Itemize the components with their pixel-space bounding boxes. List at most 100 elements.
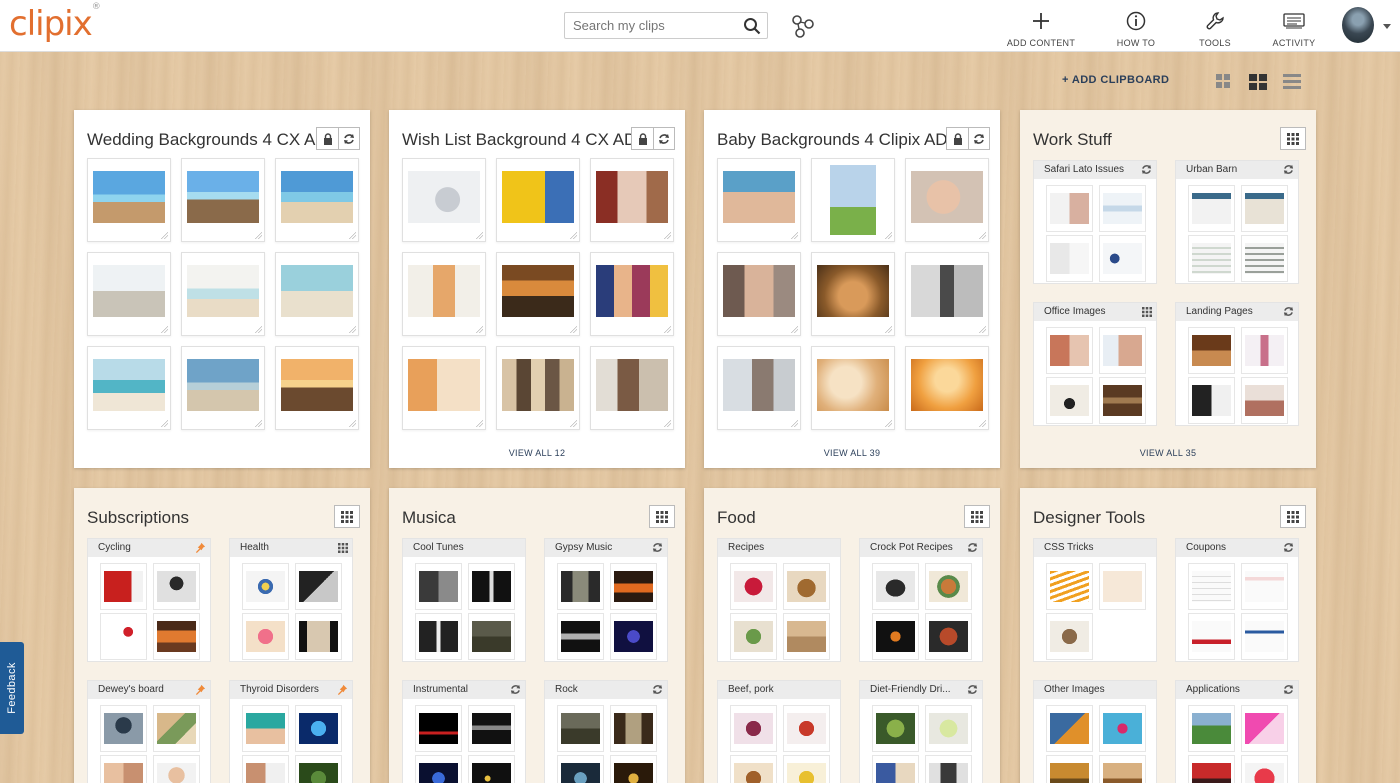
clipboard-wish-list-background[interactable]: Wish List Background 4 CX AD VIEW ALL 12	[389, 110, 685, 468]
mini-clip[interactable]	[1046, 613, 1093, 660]
view-all-link[interactable]: VIEW ALL 35	[1020, 448, 1316, 458]
refresh-icon[interactable]	[1283, 684, 1294, 699]
network-share-icon[interactable]	[791, 14, 815, 43]
refresh-icon[interactable]	[652, 542, 663, 557]
mini-clip[interactable]	[1241, 235, 1288, 282]
sub-clipboard[interactable]: Coupons	[1175, 538, 1299, 662]
refresh-icon[interactable]	[1283, 306, 1294, 321]
add-clipboard-button[interactable]: + ADD CLIPBOARD	[1062, 74, 1169, 86]
mini-clip[interactable]	[1188, 705, 1235, 752]
clip-thumbnail[interactable]	[905, 346, 989, 430]
mini-clip[interactable]	[1241, 613, 1288, 660]
clipboard-baby-backgrounds[interactable]: Baby Backgrounds 4 Clipix AD VIEW ALL 39	[704, 110, 1000, 468]
sub-clipboard[interactable]: Landing Pages	[1175, 302, 1299, 426]
clip-thumbnail[interactable]	[275, 252, 359, 336]
lock-icon[interactable]	[632, 128, 653, 149]
clip-thumbnail[interactable]	[717, 346, 801, 430]
mini-clip[interactable]	[1099, 563, 1146, 610]
refresh-icon[interactable]	[967, 684, 978, 699]
add-content-button[interactable]: ADD CONTENT	[1006, 10, 1076, 48]
mini-clip[interactable]	[1188, 563, 1235, 610]
clipix-logo[interactable]: clipix®	[9, 2, 101, 44]
sub-clipboard[interactable]: Dewey's board	[87, 680, 211, 783]
refresh-icon[interactable]	[653, 128, 674, 149]
how-to-button[interactable]: HOW TO	[1110, 10, 1162, 48]
sub-clipboard[interactable]: Rock	[544, 680, 668, 783]
mini-clip[interactable]	[242, 613, 289, 660]
clipboard-designer-tools[interactable]: Designer Tools CSS Tricks Coupons Other …	[1020, 488, 1316, 783]
sub-clipboard[interactable]: Health	[229, 538, 353, 662]
mini-clip[interactable]	[783, 755, 830, 783]
mini-clip[interactable]	[415, 705, 462, 752]
mini-clip[interactable]	[1099, 755, 1146, 783]
mini-clip[interactable]	[1099, 185, 1146, 232]
clipboard-wedding-backgrounds[interactable]: Wedding Backgrounds 4 CX AD	[74, 110, 370, 468]
small-grid-view-icon[interactable]	[1216, 74, 1230, 93]
clip-thumbnail[interactable]	[87, 346, 171, 430]
grid-view-icon[interactable]	[334, 505, 360, 528]
mini-clip[interactable]	[557, 705, 604, 752]
grid-view-icon[interactable]	[649, 505, 675, 528]
clipboard-musica[interactable]: Musica Cool Tunes Gypsy Music Instrument…	[389, 488, 685, 783]
mini-clip[interactable]	[730, 563, 777, 610]
mini-clip[interactable]	[557, 613, 604, 660]
grid-view-icon[interactable]	[1280, 127, 1306, 150]
mini-clip[interactable]	[1188, 755, 1235, 783]
clip-thumbnail[interactable]	[496, 252, 580, 336]
mini-clip[interactable]	[1099, 377, 1146, 424]
mini-clip[interactable]	[242, 563, 289, 610]
clip-thumbnail[interactable]	[181, 252, 265, 336]
mini-clip[interactable]	[1241, 563, 1288, 610]
mini-clip[interactable]	[415, 613, 462, 660]
refresh-icon[interactable]	[510, 684, 521, 699]
activity-button[interactable]: ACTIVITY	[1270, 10, 1318, 48]
clipboard-food[interactable]: Food Recipes Crock Pot Recipes Beef, por…	[704, 488, 1000, 783]
mini-clip[interactable]	[1046, 377, 1093, 424]
grid-view-icon[interactable]	[964, 505, 990, 528]
clip-thumbnail[interactable]	[181, 158, 265, 242]
clip-thumbnail[interactable]	[402, 158, 486, 242]
sub-clipboard[interactable]: Recipes	[717, 538, 841, 662]
mini-clip[interactable]	[1241, 377, 1288, 424]
clipboard-work-stuff[interactable]: Work Stuff Safari Lato Issues Urban Barn…	[1020, 110, 1316, 468]
mini-clip[interactable]	[468, 613, 515, 660]
mini-clip[interactable]	[100, 705, 147, 752]
sub-clipboard[interactable]: Applications	[1175, 680, 1299, 783]
mini-clip[interactable]	[872, 755, 919, 783]
mini-clip[interactable]	[925, 705, 972, 752]
mini-clip[interactable]	[295, 613, 342, 660]
grid-icon[interactable]	[338, 542, 348, 557]
mini-clip[interactable]	[872, 705, 919, 752]
mini-clip[interactable]	[730, 613, 777, 660]
list-view-icon[interactable]	[1283, 74, 1301, 95]
search-icon[interactable]	[743, 17, 761, 40]
mini-clip[interactable]	[1099, 235, 1146, 282]
mini-clip[interactable]	[1046, 755, 1093, 783]
sub-clipboard[interactable]: Office Images	[1033, 302, 1157, 426]
mini-clip[interactable]	[610, 613, 657, 660]
mini-clip[interactable]	[1241, 755, 1288, 783]
sub-clipboard[interactable]: CSS Tricks	[1033, 538, 1157, 662]
mini-clip[interactable]	[100, 613, 147, 660]
mini-clip[interactable]	[242, 705, 289, 752]
sub-clipboard[interactable]: Beef, pork	[717, 680, 841, 783]
mini-clip[interactable]	[1046, 327, 1093, 374]
mini-clip[interactable]	[1099, 705, 1146, 752]
grid-view-icon[interactable]	[1280, 505, 1306, 528]
refresh-icon[interactable]	[652, 684, 663, 699]
mini-clip[interactable]	[1188, 377, 1235, 424]
mini-clip[interactable]	[1188, 235, 1235, 282]
sub-clipboard[interactable]: Cool Tunes	[402, 538, 526, 662]
clip-thumbnail[interactable]	[590, 252, 674, 336]
mini-clip[interactable]	[153, 613, 200, 660]
mini-clip[interactable]	[610, 705, 657, 752]
mini-clip[interactable]	[872, 563, 919, 610]
user-avatar[interactable]	[1342, 7, 1374, 43]
mini-clip[interactable]	[925, 755, 972, 783]
pin-icon[interactable]	[337, 684, 348, 699]
clip-thumbnail[interactable]	[496, 346, 580, 430]
mini-clip[interactable]	[100, 563, 147, 610]
mini-clip[interactable]	[1188, 613, 1235, 660]
clip-thumbnail[interactable]	[496, 158, 580, 242]
mini-clip[interactable]	[295, 705, 342, 752]
